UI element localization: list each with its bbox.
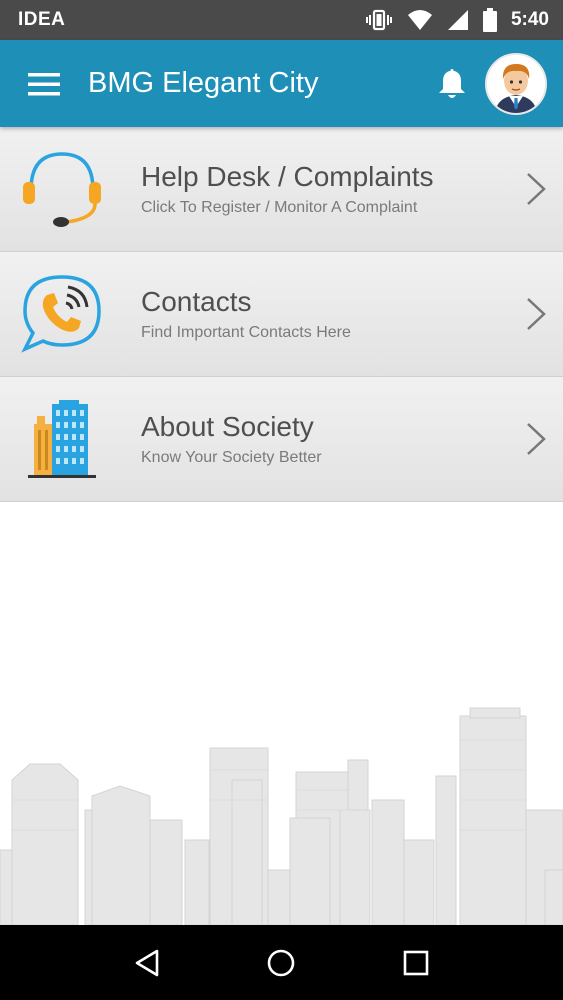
app-bar: BMG Elegant City: [0, 40, 563, 127]
recents-icon[interactable]: [386, 933, 446, 993]
hamburger-menu-icon[interactable]: [0, 40, 88, 127]
menu-item-help-desk[interactable]: Help Desk / Complaints Click To Register…: [0, 127, 563, 252]
signal-icon: [447, 9, 469, 31]
user-avatar[interactable]: [485, 52, 547, 115]
navigation-bar: [0, 925, 563, 1000]
skyline-background: [0, 700, 563, 926]
wifi-icon: [407, 9, 433, 31]
menu-item-subtitle: Click To Register / Monitor A Complaint: [141, 199, 418, 216]
buildings-icon: [0, 377, 124, 502]
menu-item-text: Help Desk / Complaints Click To Register…: [124, 161, 509, 217]
clock: 5:40: [510, 9, 549, 30]
menu-item-subtitle: Know Your Society Better: [141, 449, 322, 466]
chevron-right-icon: [509, 127, 563, 252]
vibrate-icon: [365, 9, 393, 31]
menu-item-title: Contacts: [141, 286, 252, 317]
menu-item-title: Help Desk / Complaints: [141, 161, 434, 192]
back-icon[interactable]: [117, 933, 177, 993]
menu-list: Help Desk / Complaints Click To Register…: [0, 127, 563, 502]
carrier-name: IDEA: [18, 9, 66, 30]
menu-item-subtitle: Find Important Contacts Here: [141, 324, 351, 341]
chevron-right-icon: [509, 252, 563, 377]
status-bar: IDEA 5:40: [0, 0, 563, 40]
menu-item-contacts[interactable]: Contacts Find Important Contacts Here: [0, 252, 563, 377]
battery-icon: [482, 8, 497, 32]
headset-icon: [0, 127, 124, 252]
menu-item-about-society[interactable]: About Society Know Your Society Better: [0, 377, 563, 502]
bell-icon[interactable]: [427, 40, 477, 127]
phone-chat-icon: [0, 252, 124, 377]
chevron-right-icon: [509, 377, 563, 502]
menu-item-text: Contacts Find Important Contacts Here: [124, 286, 509, 342]
menu-item-title: About Society: [141, 411, 314, 442]
status-icons: 5:40: [365, 8, 549, 32]
app-title: BMG Elegant City: [88, 67, 319, 99]
menu-item-text: About Society Know Your Society Better: [124, 411, 509, 467]
home-icon[interactable]: [251, 933, 311, 993]
